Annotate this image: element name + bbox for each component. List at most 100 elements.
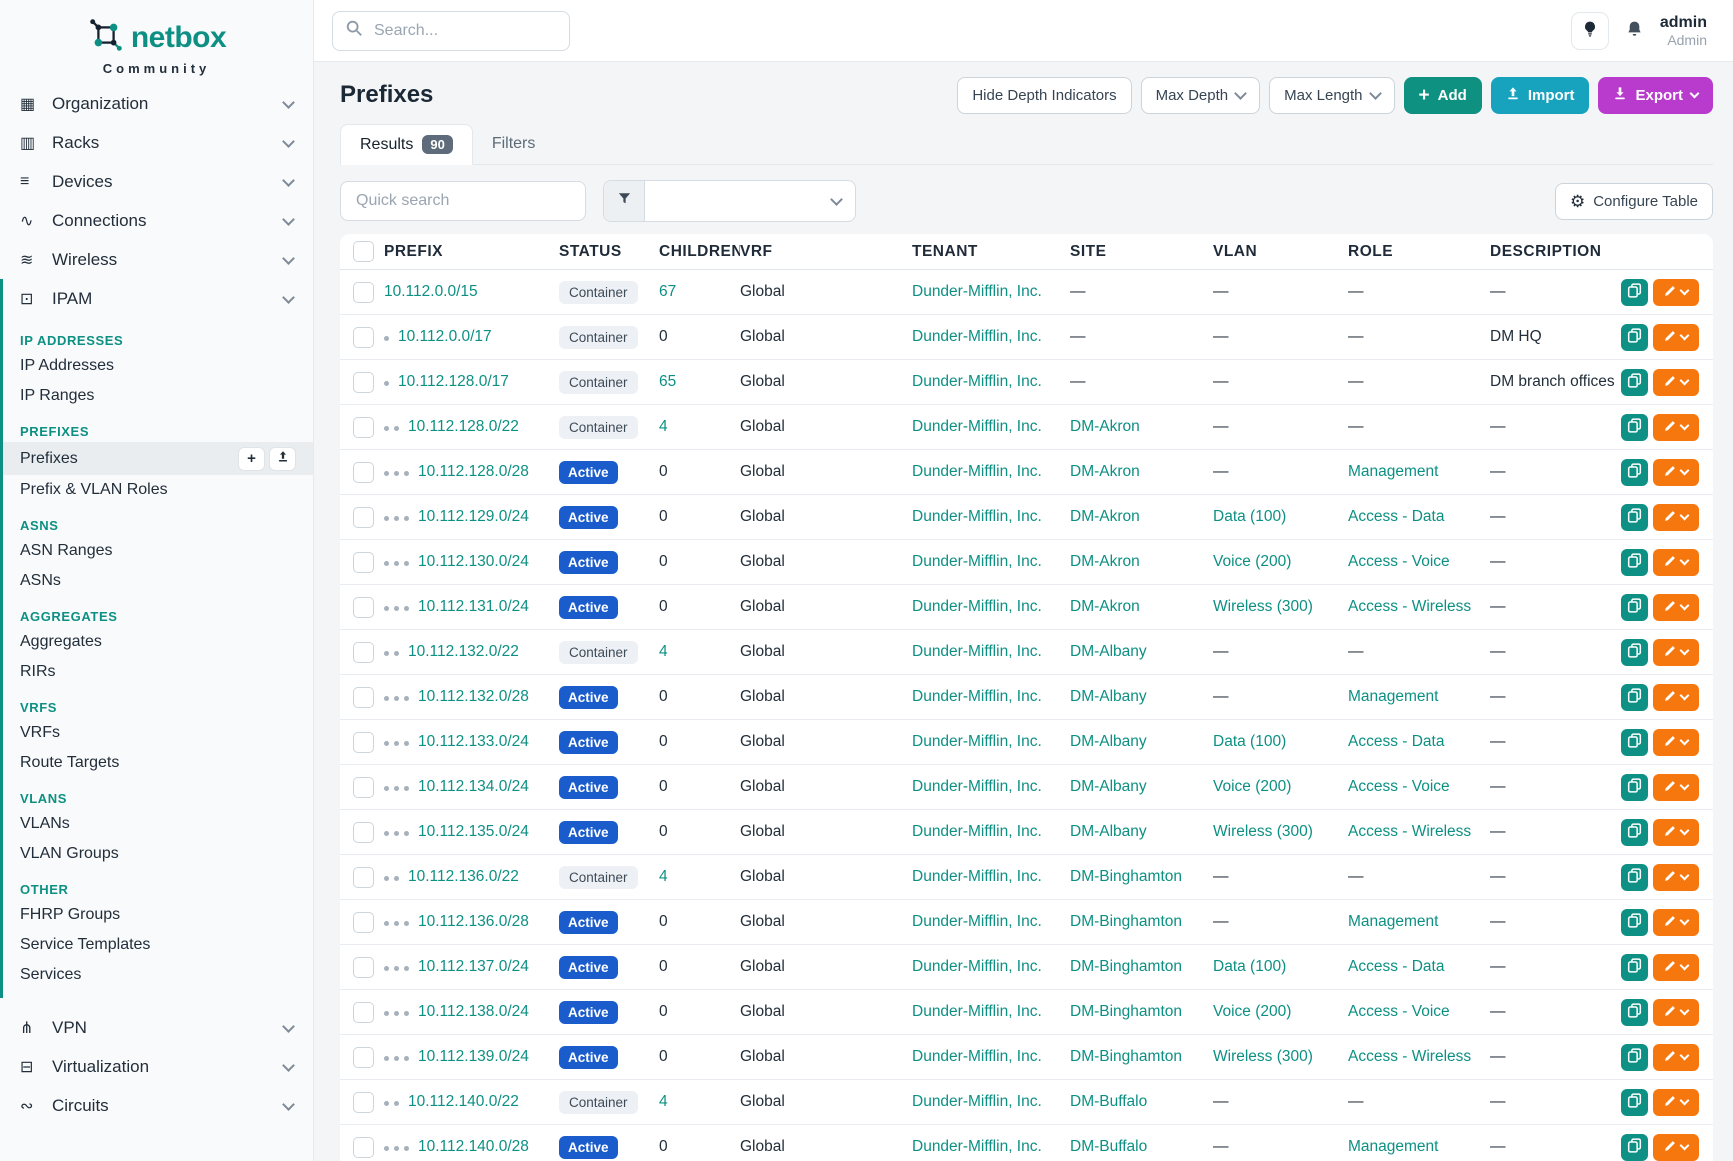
tenant-link[interactable]: Dunder-Mifflin, Inc. [912,868,1042,885]
row-checkbox[interactable] [353,597,374,618]
row-checkbox[interactable] [353,1047,374,1068]
tenant-link[interactable]: Dunder-Mifflin, Inc. [912,733,1042,750]
export-button[interactable]: Export [1598,77,1713,114]
children-count[interactable]: 67 [659,283,676,300]
row-checkbox[interactable] [353,417,374,438]
edit-button[interactable] [1653,1044,1699,1071]
sidebar-item-ipam[interactable]: ⊡ IPAM [3,279,313,318]
tab-results[interactable]: Results 90 [340,124,473,165]
edit-button[interactable] [1653,954,1699,981]
copy-button[interactable] [1621,504,1648,531]
edit-button[interactable] [1653,369,1699,396]
site-link[interactable]: DM-Akron [1070,598,1140,615]
row-checkbox[interactable] [353,732,374,753]
tenant-link[interactable]: Dunder-Mifflin, Inc. [912,508,1042,525]
role-link[interactable]: Access - Wireless [1348,823,1471,840]
vlan-link[interactable]: Data (100) [1213,508,1286,525]
edit-button[interactable] [1653,414,1699,441]
sidebar-item-prefix-vlan-roles[interactable]: Prefix & VLAN Roles [3,475,313,505]
copy-button[interactable] [1621,594,1648,621]
sidebar-item-circuits[interactable]: ∾Circuits [0,1086,313,1125]
edit-button[interactable] [1653,774,1699,801]
site-link[interactable]: DM-Binghamton [1070,958,1182,975]
sidebar-item-connections[interactable]: ∿Connections [0,201,313,240]
tenant-link[interactable]: Dunder-Mifflin, Inc. [912,1093,1042,1110]
edit-button[interactable] [1653,999,1699,1026]
tenant-link[interactable]: Dunder-Mifflin, Inc. [912,913,1042,930]
role-link[interactable]: Access - Wireless [1348,1048,1471,1065]
row-checkbox[interactable] [353,462,374,483]
quick-import-button[interactable] [269,447,296,471]
tenant-link[interactable]: Dunder-Mifflin, Inc. [912,463,1042,480]
edit-button[interactable] [1653,639,1699,666]
edit-button[interactable] [1653,504,1699,531]
tenant-link[interactable]: Dunder-Mifflin, Inc. [912,778,1042,795]
copy-button[interactable] [1621,774,1648,801]
sidebar-item-ip-addresses[interactable]: IP Addresses [3,351,313,381]
site-link[interactable]: DM-Akron [1070,553,1140,570]
prefix-link[interactable]: 10.112.128.0/17 [398,373,509,390]
prefix-link[interactable]: 10.112.134.0/24 [418,778,529,795]
children-count[interactable]: 4 [659,418,668,435]
copy-button[interactable] [1621,369,1648,396]
role-link[interactable]: Access - Data [1348,958,1444,975]
prefix-link[interactable]: 10.112.140.0/22 [408,1093,519,1110]
edit-button[interactable] [1653,459,1699,486]
vlan-link[interactable]: Wireless (300) [1213,823,1313,840]
theme-toggle-button[interactable] [1571,12,1609,50]
edit-button[interactable] [1653,819,1699,846]
vlan-link[interactable]: Voice (200) [1213,778,1291,795]
prefix-link[interactable]: 10.112.0.0/15 [384,283,478,300]
prefix-link[interactable]: 10.112.128.0/28 [418,463,529,480]
copy-button[interactable] [1621,954,1648,981]
edit-button[interactable] [1653,864,1699,891]
prefix-link[interactable]: 10.112.0.0/17 [398,328,492,345]
role-link[interactable]: Management [1348,913,1438,930]
import-button[interactable]: Import [1491,77,1590,114]
prefix-link[interactable]: 10.112.132.0/28 [418,688,529,705]
role-link[interactable]: Management [1348,463,1438,480]
max-depth-button[interactable]: Max Depth [1141,77,1261,114]
edit-button[interactable] [1653,279,1699,306]
site-link[interactable]: DM-Binghamton [1070,913,1182,930]
edit-button[interactable] [1653,1134,1699,1161]
row-checkbox[interactable] [353,282,374,303]
children-count[interactable]: 4 [659,868,668,885]
tenant-link[interactable]: Dunder-Mifflin, Inc. [912,1048,1042,1065]
tenant-link[interactable]: Dunder-Mifflin, Inc. [912,1138,1042,1155]
tenant-link[interactable]: Dunder-Mifflin, Inc. [912,598,1042,615]
copy-button[interactable] [1621,729,1648,756]
sidebar-item-wireless[interactable]: ≋Wireless [0,240,313,279]
prefix-link[interactable]: 10.112.135.0/24 [418,823,529,840]
copy-button[interactable] [1621,1089,1648,1116]
sidebar-item-aggregates[interactable]: Aggregates [3,627,313,657]
copy-button[interactable] [1621,684,1648,711]
copy-button[interactable] [1621,459,1648,486]
netbox-logo[interactable]: netbox Community [0,0,313,84]
sidebar-item-vrfs[interactable]: VRFs [3,718,313,748]
children-count[interactable]: 4 [659,643,668,660]
prefix-link[interactable]: 10.112.128.0/22 [408,418,519,435]
role-link[interactable]: Access - Data [1348,508,1444,525]
prefix-link[interactable]: 10.112.131.0/24 [418,598,529,615]
site-link[interactable]: DM-Albany [1070,733,1147,750]
row-checkbox[interactable] [353,327,374,348]
sidebar-item-asns[interactable]: ASNs [3,566,313,596]
role-link[interactable]: Management [1348,688,1438,705]
copy-button[interactable] [1621,549,1648,576]
prefix-link[interactable]: 10.112.133.0/24 [418,733,529,750]
tenant-link[interactable]: Dunder-Mifflin, Inc. [912,328,1042,345]
row-checkbox[interactable] [353,957,374,978]
vlan-link[interactable]: Voice (200) [1213,1003,1291,1020]
prefix-link[interactable]: 10.112.132.0/22 [408,643,519,660]
tenant-link[interactable]: Dunder-Mifflin, Inc. [912,283,1042,300]
edit-button[interactable] [1653,729,1699,756]
notifications-button[interactable] [1624,19,1645,43]
role-link[interactable]: Access - Wireless [1348,598,1471,615]
prefix-link[interactable]: 10.112.139.0/24 [418,1048,529,1065]
edit-button[interactable] [1653,1089,1699,1116]
sidebar-item-asn-ranges[interactable]: ASN Ranges [3,536,313,566]
select-all-checkbox[interactable] [353,241,374,262]
row-checkbox[interactable] [353,552,374,573]
row-checkbox[interactable] [353,822,374,843]
